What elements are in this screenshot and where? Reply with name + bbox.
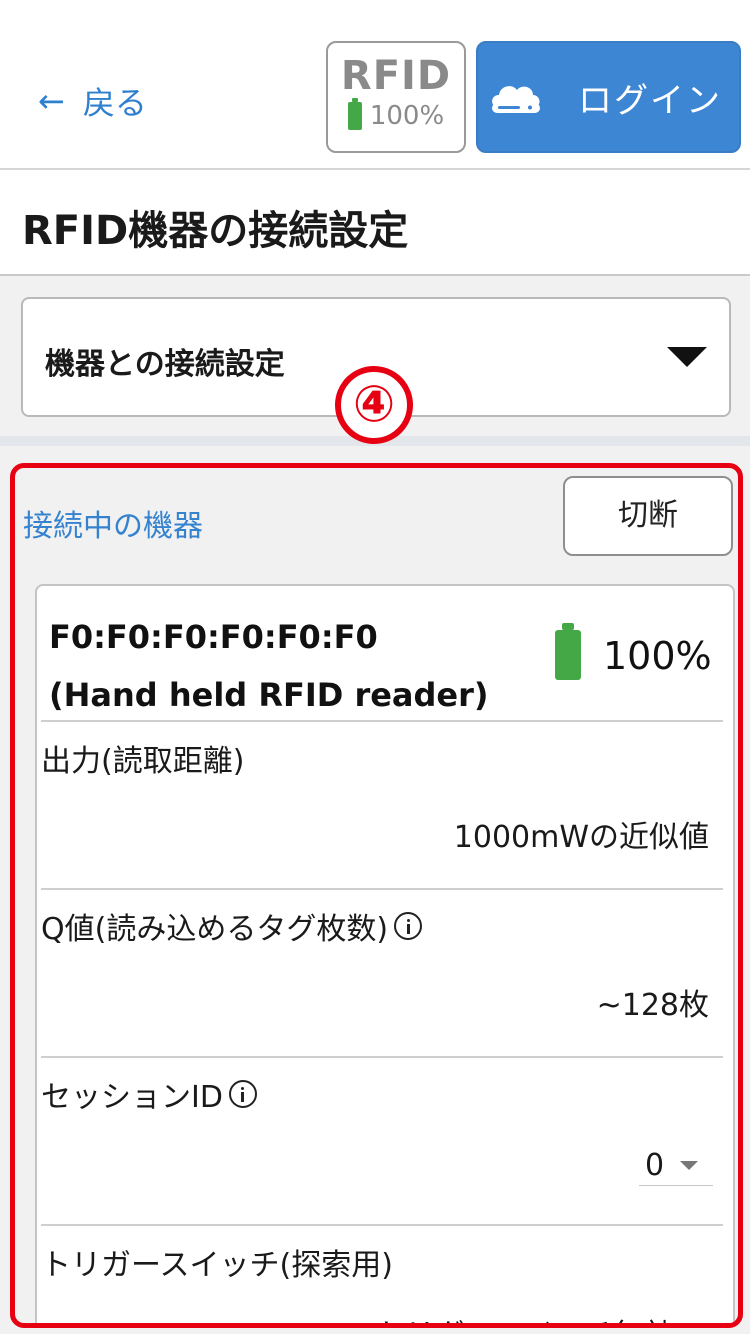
annotation-highlight-frame: 接続中の機器 切断 F0:F0:F0:F0:F0:F0 (Hand held R… bbox=[10, 463, 743, 1328]
login-label: ログイン bbox=[578, 80, 722, 121]
session-id-value: 0 bbox=[645, 1148, 665, 1183]
connection-settings-value: 機器との接続設定 bbox=[45, 347, 285, 382]
device-model: (Hand held RFID reader) bbox=[49, 676, 489, 714]
rfid-badge-title: RFID bbox=[340, 53, 452, 99]
battery-icon bbox=[347, 98, 362, 130]
login-button[interactable]: ログイン bbox=[476, 41, 741, 153]
setting-label-q-value: Q値(読み込めるタグ枚数) bbox=[41, 904, 423, 948]
device-name: F0:F0:F0:F0:F0:F0 (Hand held RFID reader… bbox=[49, 608, 489, 724]
device-battery-percent: 100% bbox=[603, 634, 712, 678]
setting-label-trigger-switch: トリガースイッチ(探索用) bbox=[41, 1248, 393, 1283]
cloud-icon bbox=[492, 86, 540, 113]
setting-value-output[interactable]: 1000mWの近似値 bbox=[454, 812, 709, 856]
trigger-switch-select[interactable]: トリガースイッチ無効 bbox=[375, 1310, 713, 1323]
row-divider bbox=[41, 720, 723, 722]
info-icon[interactable] bbox=[228, 1080, 257, 1108]
row-divider bbox=[41, 888, 723, 890]
battery-icon bbox=[555, 623, 581, 680]
back-button[interactable]: ← 戻る bbox=[38, 78, 147, 124]
connected-device-heading: 接続中の機器 bbox=[23, 509, 203, 544]
rfid-status-badge[interactable]: RFID 100% bbox=[326, 41, 466, 153]
dropdown-caret-icon bbox=[667, 347, 707, 367]
row-divider bbox=[41, 1224, 723, 1226]
trigger-switch-value: トリガースイッチ無効 bbox=[375, 1318, 674, 1323]
page-title: RFID機器の接続設定 bbox=[22, 208, 409, 254]
disconnect-button[interactable]: 切断 bbox=[563, 476, 733, 556]
device-address: F0:F0:F0:F0:F0:F0 bbox=[49, 618, 378, 656]
back-arrow-icon: ← bbox=[38, 82, 65, 120]
setting-label-session-id: セッションID bbox=[41, 1072, 257, 1116]
device-card: F0:F0:F0:F0:F0:F0 (Hand held RFID reader… bbox=[35, 584, 735, 1323]
setting-value-q-value[interactable]: ~128枚 bbox=[597, 980, 709, 1024]
rfid-battery-percent: 100% bbox=[369, 101, 445, 131]
session-id-select[interactable]: 0 bbox=[639, 1146, 713, 1186]
row-divider bbox=[41, 1056, 723, 1058]
annotation-marker: ④ bbox=[335, 366, 413, 444]
chevron-down-icon bbox=[680, 1161, 699, 1170]
page-title-bar: RFID機器の接続設定 bbox=[0, 170, 750, 276]
setting-label-output: 出力(読取距離) bbox=[41, 744, 245, 779]
app-header: ← 戻る RFID 100% ログイン bbox=[0, 0, 750, 170]
back-label: 戻る bbox=[82, 84, 147, 122]
info-icon[interactable] bbox=[394, 912, 423, 940]
